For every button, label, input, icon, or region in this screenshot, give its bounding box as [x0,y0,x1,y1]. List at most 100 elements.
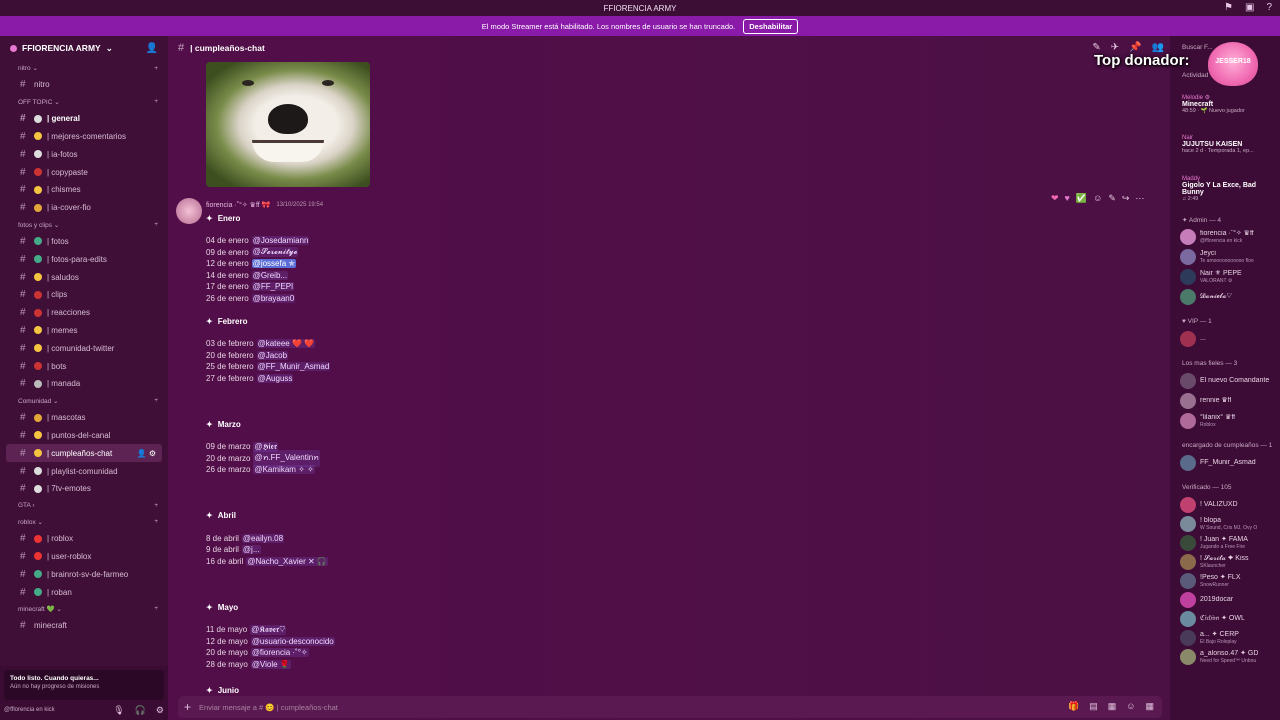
channel-item[interactable]: # | reacciones [0,304,168,322]
reply-icon[interactable]: ↪ [1122,193,1130,204]
member-item[interactable]: El nuevo Comandante [1180,372,1280,390]
category-header[interactable]: minecraft 💚 ⌄ + [0,601,168,617]
channel-item[interactable]: # | roban [0,583,168,601]
channel-item[interactable]: # | roblox [0,530,168,548]
mission-card[interactable]: Todo listo. Cuando quieras... Aún no hay… [4,670,164,700]
member-item[interactable]: ... [1180,330,1280,348]
channel-item[interactable]: # | fotos [0,233,168,251]
avatar[interactable] [176,198,202,224]
user-mention[interactable]: @𝓢𝓮𝓻𝓮𝓷𝓲𝓽𝔂𝓮 [251,247,299,258]
activity-card[interactable]: Maddy Gigolo Y La Exce, Bad Bunny ♫ 2:49 [1182,176,1278,202]
add-channel-icon[interactable]: + [154,65,158,72]
channel-item[interactable]: # | mejores-comentarios [0,128,168,146]
user-mention[interactable]: @Kamikam ✧ ✧ [253,465,315,475]
user-mention[interactable]: @eailyn.08 [241,533,285,543]
channel-item[interactable]: # nitro [0,76,168,94]
member-item[interactable]: ! blopa W Sound, Cris MJ, Ovy O [1180,515,1280,533]
check-reaction-icon[interactable]: ✅ [1076,193,1087,204]
member-item[interactable]: FF_Munir_Asmad [1180,454,1280,472]
server-header[interactable]: FFIORENCIA ARMY ⌄ 👤 [0,36,168,60]
member-item[interactable]: Jeyci Te amooooooooooo floo [1180,248,1280,266]
attach-icon[interactable]: + [184,700,191,714]
add-channel-icon[interactable]: + [154,518,158,525]
user-mention[interactable]: @kateee ❤️ ❤️ [256,339,316,349]
user-mention[interactable]: @Greib... [251,270,289,280]
add-reaction-icon[interactable]: ☺ [1093,193,1102,204]
member-item[interactable]: 𝓓𝓪𝓷𝓲𝓮𝓵𝓪♡ [1180,288,1280,306]
heart-reaction-icon[interactable]: ❤ [1051,193,1059,204]
category-header[interactable]: roblox ⌄ + [0,514,168,530]
composer-input[interactable]: Enviar mensaje a # 😊 | cumpleaños-chat [199,703,338,712]
user-mention[interactable]: @FF_Munir_Asmad [256,362,331,372]
member-item[interactable]: Nair ⚜ PEPE VALORANT ⚙ [1180,268,1280,286]
channel-item[interactable]: # | comunidad-twitter [0,339,168,357]
user-mention[interactable]: @fiorencia ·˚°✧ [250,648,309,658]
user-mention[interactable]: @Josedamiann [251,236,310,246]
channel-item[interactable]: # | copypaste [0,163,168,181]
channel-item[interactable]: # | clips [0,286,168,304]
user-mention[interactable]: @ꪀ.FF_Valentinꪀ [253,449,320,467]
gift-icon[interactable]: 🎁 [1068,701,1079,712]
user-mention[interactable]: @𝕶𝖆𝖛𝖊𝖗♡ [250,624,287,635]
category-header[interactable]: GTA › + [0,498,168,514]
category-header[interactable]: fotos y clips ⌄ + [0,217,168,233]
member-item[interactable]: ! 𝓢𝓪𝓻𝓲𝓽𝓪 ✦ Kiss SKlauncher [1180,553,1280,571]
user-mention[interactable]: @usuario-desconocido [250,636,335,646]
heart2-reaction-icon[interactable]: ♥ [1065,193,1070,204]
member-item[interactable]: 2019docar [1180,591,1280,609]
category-header[interactable]: nitro ⌄ + [0,60,168,76]
category-header[interactable]: Comunidad ⌄ + [0,393,168,409]
edit-icon[interactable]: ✎ [1108,193,1116,204]
settings-icon[interactable]: ⚙ [156,705,164,716]
channel-item[interactable]: # | fotos-para-edits [0,250,168,268]
member-item[interactable]: ℭ𝔦𝔠𝔥𝔦𝔪 ✦ OWL [1180,610,1280,628]
activity-card[interactable]: Nair JUJUTSU KAISEN hace 2 d · Temporada 1… [1182,135,1278,154]
search-input[interactable]: Buscar F... [1182,44,1213,51]
disable-streamer-button[interactable]: Deshabilitar [743,18,799,34]
help-icon[interactable]: ? [1266,2,1272,13]
channel-item[interactable]: # | brainrot-sv-de-farmeo [0,565,168,583]
channel-item[interactable]: # | chismes [0,181,168,199]
member-item[interactable]: ! Juan ✦ FAMA Jugando a Free Fire [1180,534,1280,552]
channel-item[interactable]: # | puntos-del-canal [0,427,168,445]
add-channel-icon[interactable]: + [154,221,158,228]
apps-icon[interactable]: ▦ [1145,701,1154,712]
channel-item[interactable]: # | bots [0,357,168,375]
member-item[interactable]: fiorencia ·˚°✧ ♛ff @fflorencia en kick [1180,228,1280,246]
add-channel-icon[interactable]: + [154,502,158,509]
add-channel-icon[interactable]: + [154,397,158,404]
member-item[interactable]: °lilanix° ♛ff Roblox [1180,412,1280,430]
more-icon[interactable]: ⋯ [1135,193,1144,204]
activity-card[interactable]: Melodie ⚙ Minecraft 48:59 · 🌱 Nuevo jugado… [1182,94,1278,114]
channel-item[interactable]: # | playlist-comunidad [0,462,168,480]
channel-item[interactable]: # | user-roblox [0,548,168,566]
channel-item[interactable]: # | manada [0,375,168,393]
member-item[interactable]: !Peso ✦ FLX SnowRunner [1180,572,1280,590]
user-mention[interactable]: @brayaan0 [251,293,296,303]
channel-item[interactable]: # | mascotas [0,409,168,427]
inbox-icon[interactable]: ⚑ [1224,2,1233,13]
channel-settings-icon[interactable]: 👤 ⚙ [137,449,156,458]
user-mention[interactable]: @Viole 🌹 [250,659,291,669]
emoji-icon[interactable]: ☺ [1126,701,1135,712]
channel-item[interactable]: # | memes [0,322,168,340]
user-mention[interactable]: @Nacho_Xavier ✕ 🎧 [246,556,328,566]
channel-item[interactable]: # | ia-cover-fio [0,199,168,217]
member-item[interactable]: ! VALIZUXD [1180,496,1280,514]
user-mention[interactable]: @Auguss [256,373,294,383]
headphones-icon[interactable]: 🎧 [135,705,146,716]
channel-item[interactable]: # | 7tv-emotes [0,480,168,498]
user-mention[interactable]: @FF_PEPI [251,282,295,292]
category-header[interactable]: OFF TOPIC ⌄ + [0,94,168,110]
add-channel-icon[interactable]: + [154,605,158,612]
channel-item[interactable]: # minecraft [0,617,168,635]
user-mention[interactable]: @jossefa ✯ [251,259,297,269]
screen-icon[interactable]: ▣ [1245,2,1254,13]
member-item[interactable]: a... ✦ CERP El Bajo Roleplay [1180,629,1280,647]
add-channel-icon[interactable]: + [154,98,158,105]
mic-icon[interactable]: 🎙 [113,705,124,716]
channel-item[interactable]: # | cumpleaños-chat 👤 ⚙ [6,444,162,463]
sticker-icon[interactable]: ▦ [1108,701,1117,712]
user-mention[interactable]: @Jacob [256,350,289,360]
member-item[interactable]: rennie ♛ff [1180,392,1280,410]
